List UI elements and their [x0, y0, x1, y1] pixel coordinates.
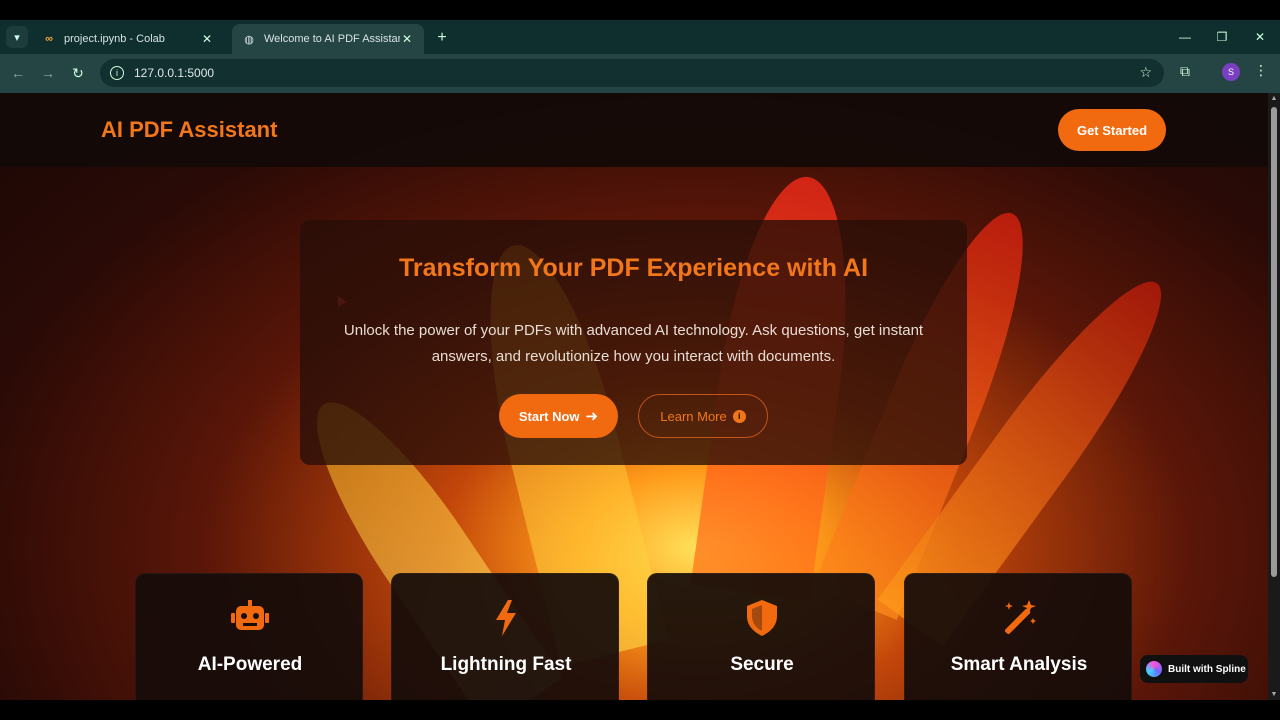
feature-card-secure: Secure: [647, 573, 875, 700]
top-black-bar: [0, 0, 1280, 20]
url-text: 127.0.0.1:5000: [134, 66, 215, 80]
hero-description: Unlock the power of your PDFs with advan…: [343, 322, 924, 365]
address-bar-row: ← → ↻ i 127.0.0.1:5000 ☆: [0, 54, 1280, 93]
feature-card-smart-analysis: Smart Analysis: [904, 573, 1132, 700]
robot-icon: [231, 600, 269, 630]
tab-colab[interactable]: ∞ project.ipynb - Colab ✕: [32, 24, 224, 54]
new-tab-button[interactable]: +: [432, 28, 452, 48]
scroll-up-icon[interactable]: ▲: [1270, 95, 1278, 102]
tab-search-dropdown[interactable]: ▾: [6, 26, 28, 48]
top-navbar: AI PDF Assistant Get Started: [0, 93, 1268, 167]
profile-avatar[interactable]: S: [1222, 63, 1240, 81]
get-started-button[interactable]: Get Started: [1058, 109, 1166, 151]
page-viewport: AI PDF Assistant Get Started Transform Y…: [0, 93, 1268, 700]
built-with-spline-badge[interactable]: Built with Spline: [1140, 655, 1248, 683]
restore-icon[interactable]: ❐: [1211, 26, 1233, 48]
start-now-button[interactable]: Start Now ➜: [499, 394, 618, 438]
feature-title: Lightning Fast: [440, 654, 572, 675]
hero-card: Transform Your PDF Experience with AI Un…: [300, 220, 967, 465]
tab-label: project.ipynb - Colab: [64, 33, 165, 45]
feature-card-ai-powered: AI-Powered: [135, 573, 363, 700]
brand-logo-text[interactable]: AI PDF Assistant: [101, 117, 277, 143]
forward-icon[interactable]: →: [38, 63, 58, 83]
feature-title: Secure: [730, 654, 794, 675]
site-info-icon[interactable]: i: [110, 66, 124, 80]
learn-more-label: Learn More: [660, 408, 727, 424]
info-circle-icon: i: [732, 409, 746, 423]
page-scrollbar[interactable]: ▲ ▼: [1268, 93, 1280, 700]
feature-card-lightning-fast: Lightning Fast: [391, 573, 619, 700]
colab-icon: ∞: [45, 33, 53, 45]
extensions-icon[interactable]: ⧉: [1180, 63, 1196, 79]
close-tab-icon[interactable]: ✕: [400, 32, 414, 46]
bolt-icon: [496, 600, 516, 636]
magic-wand-icon: [1004, 600, 1036, 635]
omnibox[interactable]: i 127.0.0.1:5000 ☆: [100, 59, 1164, 87]
scroll-down-icon[interactable]: ▼: [1270, 691, 1278, 698]
scrollbar-thumb[interactable]: [1271, 107, 1277, 577]
bookmark-star-icon[interactable]: ☆: [1139, 64, 1152, 81]
bottom-black-bar: [0, 700, 1280, 720]
minimize-icon[interactable]: —: [1174, 26, 1196, 48]
reload-icon[interactable]: ↻: [68, 63, 88, 83]
globe-icon: ◍: [244, 33, 254, 46]
browser-menu-icon[interactable]: ⋮: [1254, 62, 1268, 82]
spline-logo-icon: [1146, 661, 1162, 677]
hero-title: Transform Your PDF Experience with AI: [398, 254, 869, 282]
back-icon[interactable]: ←: [8, 63, 28, 83]
close-tab-icon[interactable]: ✕: [200, 32, 214, 46]
feature-title: Smart Analysis: [950, 654, 1088, 675]
start-now-label: Start Now: [518, 408, 580, 424]
close-window-icon[interactable]: ✕: [1249, 26, 1271, 48]
arrow-right-icon: ➜: [585, 408, 599, 425]
tab-ai-pdf-assistant[interactable]: ◍ Welcome to AI PDF Assistant ✕: [232, 24, 424, 54]
spline-badge-label: Built with Spline: [1168, 663, 1246, 675]
shield-icon: [747, 600, 777, 636]
tab-strip: ▾ ∞ project.ipynb - Colab ✕ ◍ Welcome to…: [0, 20, 1280, 54]
feature-title: AI-Powered: [197, 654, 303, 675]
learn-more-button[interactable]: Learn More i: [638, 394, 768, 438]
tab-label: Welcome to AI PDF Assistant: [264, 33, 400, 45]
